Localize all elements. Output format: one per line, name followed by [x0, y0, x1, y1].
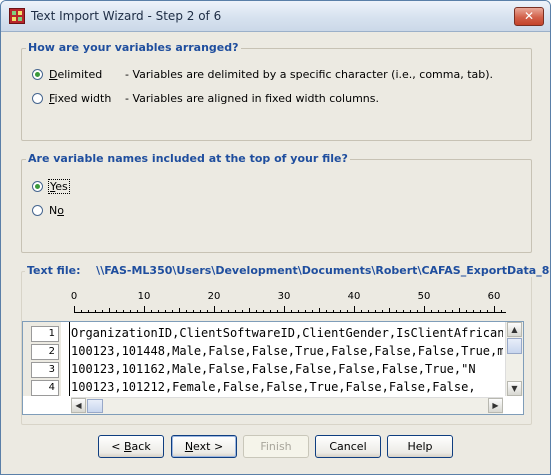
line-number: 2	[31, 344, 59, 360]
ruler-label: 50	[417, 291, 431, 302]
delimited-label[interactable]: Delimited	[49, 68, 102, 81]
preview-line: 100123,101212,Female,False,False,True,Fa…	[71, 380, 476, 394]
title-bar[interactable]: Text Import Wizard - Step 2 of 6 ✕	[1, 1, 550, 32]
ruler-label: 20	[207, 291, 221, 302]
scroll-right-button[interactable]: ▶	[488, 398, 503, 413]
spreadsheet-app-icon	[9, 8, 25, 24]
variable-names-legend: Are variable names included at the top o…	[26, 152, 350, 165]
delimited-radio-option[interactable]: Delimited	[32, 66, 102, 82]
line-number-column: 1 2 3 4	[23, 322, 61, 396]
preview-text: OrganizationID,ClientSoftwareID,ClientGe…	[71, 324, 503, 396]
horizontal-scroll-thumb[interactable]	[87, 399, 103, 413]
close-icon: ✕	[523, 9, 535, 23]
no-radio[interactable]	[32, 204, 43, 216]
text-import-wizard-window: Text Import Wizard - Step 2 of 6 ✕ How a…	[0, 0, 551, 475]
vertical-scroll-thumb[interactable]	[507, 338, 522, 354]
delimited-description: - Variables are delimited by a specific …	[125, 68, 494, 81]
ruler-label: 40	[347, 291, 361, 302]
scroll-up-button[interactable]: ▲	[507, 322, 522, 337]
window-title: Text Import Wizard - Step 2 of 6	[31, 9, 222, 23]
help-button[interactable]: Help	[387, 435, 453, 458]
vertical-scrollbar[interactable]: ▲ ▼	[505, 322, 523, 396]
ruler-label: 30	[277, 291, 291, 302]
scroll-left-button[interactable]: ◀	[71, 398, 86, 413]
line-number: 1	[31, 326, 59, 342]
preview-line: 100123,101162,Male,False,False,False,Fal…	[71, 362, 476, 376]
fixed-width-radio[interactable]	[32, 92, 43, 104]
text-file-legend: Text file: \\FAS-ML350\Users\Development…	[25, 264, 551, 277]
next-button[interactable]: Next >	[171, 435, 237, 458]
column-ruler: 0 10 20 30 40 50 60	[53, 291, 508, 313]
preview-line: OrganizationID,ClientSoftwareID,ClientGe…	[71, 326, 503, 340]
arrangement-legend: How are your variables arranged?	[26, 41, 241, 54]
preview-line: 100123,101448,Male,False,False,True,Fals…	[71, 344, 503, 358]
ruler-baseline	[74, 312, 506, 313]
horizontal-scrollbar[interactable]: ◀ ▶	[71, 397, 503, 414]
text-file-label: Text file:	[27, 264, 81, 277]
ruler-label: 60	[487, 291, 501, 302]
line-number: 3	[31, 362, 59, 378]
ruler-label: 10	[137, 291, 151, 302]
yes-radio[interactable]	[32, 180, 43, 192]
yes-radio-option[interactable]: Yes	[32, 178, 70, 194]
cancel-button[interactable]: Cancel	[315, 435, 381, 458]
fixed-width-description: - Variables are aligned in fixed width c…	[125, 92, 379, 105]
ruler-label: 0	[70, 291, 78, 302]
variable-names-group: Are variable names included at the top o…	[21, 152, 532, 253]
line-number: 4	[31, 380, 59, 396]
yes-label[interactable]: Yes	[48, 178, 70, 194]
text-file-path: \\FAS-ML350\Users\Development\Documents\…	[96, 264, 551, 277]
fixed-width-radio-option[interactable]: Fixed width	[32, 90, 111, 106]
no-label[interactable]: No	[49, 204, 64, 217]
arrangement-group: How are your variables arranged? Delimit…	[21, 41, 532, 141]
scroll-down-button[interactable]: ▼	[507, 381, 522, 396]
close-button[interactable]: ✕	[514, 7, 544, 26]
finish-button[interactable]: Finish	[243, 435, 309, 458]
no-radio-option[interactable]: No	[32, 202, 64, 218]
data-preview[interactable]: 1 2 3 4 OrganizationID,ClientSoftwareID,…	[22, 321, 524, 415]
delimited-radio[interactable]	[32, 68, 43, 80]
back-button[interactable]: < Back	[98, 435, 164, 458]
fixed-width-label[interactable]: Fixed width	[49, 92, 111, 105]
